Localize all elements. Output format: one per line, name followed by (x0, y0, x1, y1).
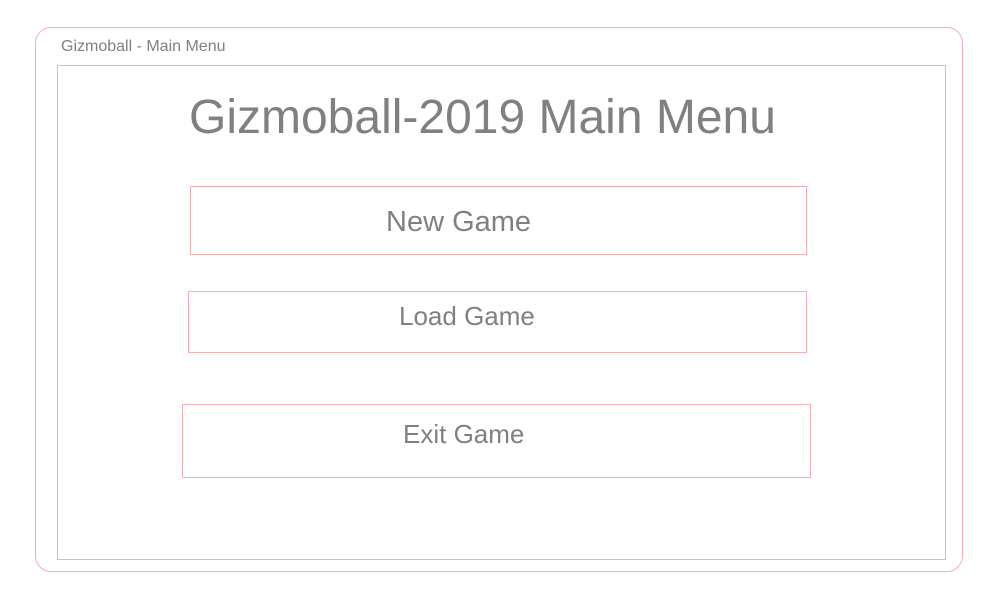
exit-game-button[interactable]: Exit Game (182, 404, 811, 478)
new-game-button[interactable]: New Game (190, 186, 807, 255)
load-game-button[interactable]: Load Game (188, 291, 807, 353)
exit-game-label: Exit Game (403, 419, 525, 449)
page-title: Gizmoball-2019 Main Menu (189, 91, 776, 144)
window-title: Gizmoball - Main Menu (61, 38, 226, 55)
new-game-label: New Game (386, 206, 532, 238)
load-game-label: Load Game (399, 301, 535, 331)
